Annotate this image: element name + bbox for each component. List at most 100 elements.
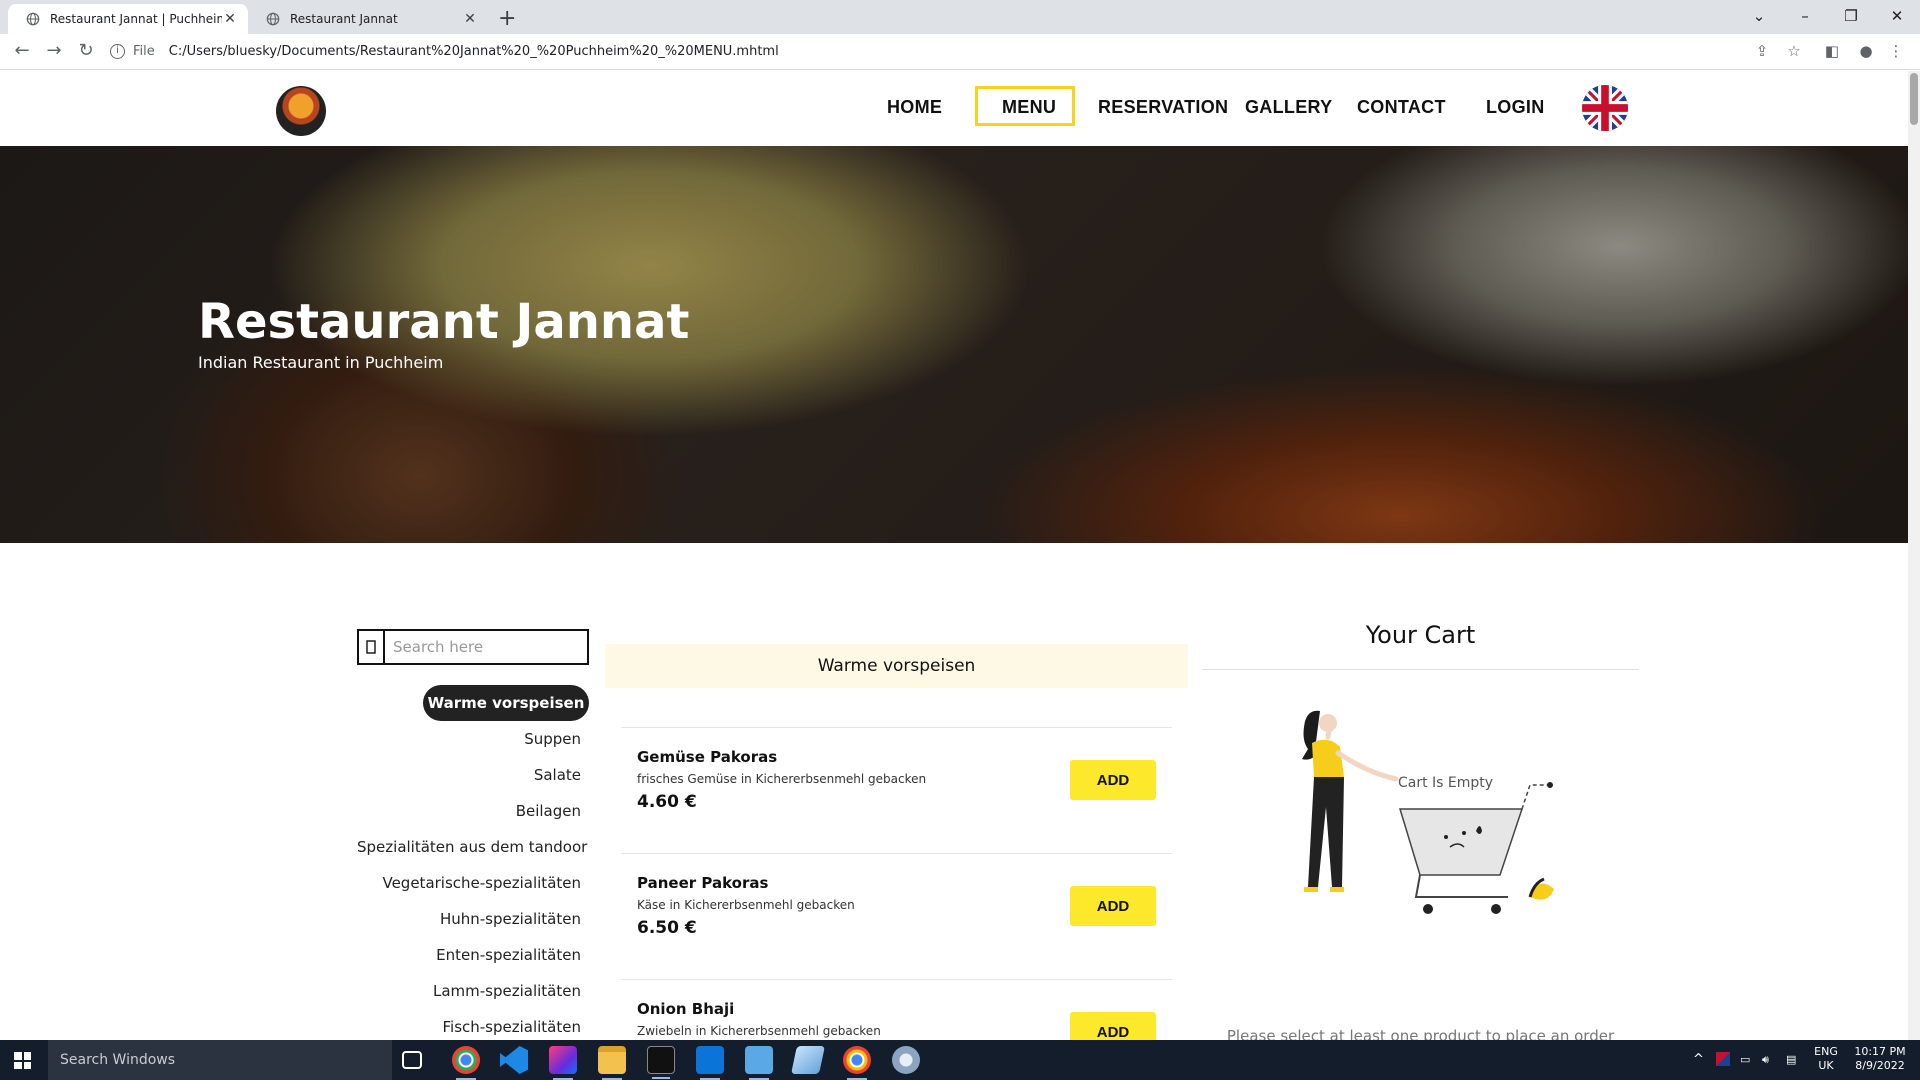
item-name: Paneer Pakoras bbox=[637, 874, 769, 892]
item-name: Onion Bhaji bbox=[637, 1000, 735, 1018]
chrome-icon[interactable] bbox=[452, 1046, 480, 1080]
search-box bbox=[357, 629, 589, 665]
browser-tab-strip: Restaurant Jannat | Puchheim | M ✕ Resta… bbox=[0, 0, 1920, 34]
language-code: ENG bbox=[1814, 1045, 1838, 1058]
close-window-icon[interactable]: ✕ bbox=[1874, 2, 1920, 30]
address-url: C:/Users/bluesky/Documents/Restaurant%20… bbox=[168, 43, 779, 59]
restore-icon[interactable]: ❐ bbox=[1828, 2, 1874, 30]
browser-tab-active[interactable]: Restaurant Jannat | Puchheim | M ✕ bbox=[8, 4, 248, 34]
item-name: Gemüse Pakoras bbox=[637, 748, 778, 766]
hero-title: Restaurant Jannat bbox=[198, 294, 690, 350]
network-icon[interactable]: ▭ bbox=[1740, 1053, 1750, 1067]
category-huhn[interactable]: Huhn-spezialitäten bbox=[357, 901, 589, 937]
close-icon[interactable]: ✕ bbox=[222, 11, 238, 27]
star-icon[interactable]: ☆ bbox=[1784, 42, 1804, 62]
taskbar-search[interactable]: Search Windows bbox=[48, 1040, 392, 1080]
page-scrollbar[interactable] bbox=[1908, 71, 1920, 1040]
keyboard-layout: UK bbox=[1818, 1059, 1834, 1072]
item-price: 4.60 € bbox=[637, 792, 697, 812]
remote-desktop-icon[interactable] bbox=[745, 1046, 773, 1080]
item-price: 6.50 € bbox=[637, 918, 697, 938]
site-navbar: HOME MENU RESERVATION GALLERY CONTACT LO… bbox=[0, 71, 1908, 146]
category-salate[interactable]: Salate bbox=[357, 757, 589, 793]
nav-contact[interactable]: CONTACT bbox=[1357, 97, 1446, 118]
chevron-up-icon[interactable]: ^ bbox=[1693, 1053, 1704, 1067]
add-to-cart-button[interactable]: ADD bbox=[1070, 1012, 1156, 1040]
windows-taskbar: Search Windows ^ ▭ 🔊︎ ▤ ENG UK 10:17 PM … bbox=[0, 1040, 1920, 1080]
forward-icon[interactable]: → bbox=[40, 40, 68, 61]
info-icon[interactable]: i bbox=[110, 43, 125, 59]
item-description: Käse in Kichererbsenmehl gebacken bbox=[637, 898, 855, 912]
globe-icon bbox=[26, 12, 40, 26]
back-icon[interactable]: ← bbox=[8, 40, 36, 61]
hero-banner: Restaurant Jannat Indian Restaurant in P… bbox=[0, 146, 1908, 543]
chrome-icon[interactable] bbox=[843, 1046, 871, 1080]
windows-start-icon[interactable] bbox=[14, 1052, 31, 1069]
tab-title: Restaurant Jannat | Puchheim | M bbox=[50, 12, 222, 26]
uk-flag-icon[interactable] bbox=[1582, 85, 1628, 131]
scrollbar-thumb[interactable] bbox=[1910, 73, 1918, 125]
category-fisch[interactable]: Fisch-spezialitäten bbox=[357, 1009, 589, 1040]
notepad-icon[interactable] bbox=[791, 1046, 825, 1074]
clock[interactable]: 10:17 PM 8/9/2022 bbox=[1850, 1045, 1910, 1073]
close-icon[interactable]: ✕ bbox=[462, 11, 478, 27]
nav-menu[interactable]: MENU bbox=[1002, 97, 1056, 118]
terminal-icon[interactable] bbox=[647, 1046, 675, 1079]
category-tandoor[interactable]: Spezialitäten aus dem tandoor bbox=[357, 829, 589, 865]
clock-time: 10:17 PM bbox=[1854, 1045, 1906, 1058]
cart-divider bbox=[1202, 669, 1639, 670]
file-explorer-icon[interactable] bbox=[598, 1046, 626, 1080]
side-panel-icon[interactable]: ◧ bbox=[1822, 42, 1842, 62]
settings-app-icon[interactable] bbox=[696, 1046, 724, 1080]
address-bar[interactable]: i File C:/Users/bluesky/Documents/Restau… bbox=[110, 39, 779, 63]
vscode-icon[interactable] bbox=[500, 1046, 528, 1074]
task-view-icon[interactable] bbox=[402, 1051, 422, 1069]
input-language[interactable]: ENG UK bbox=[1812, 1045, 1840, 1073]
reload-icon[interactable]: ↻ bbox=[72, 40, 100, 61]
nav-login[interactable]: LOGIN bbox=[1486, 97, 1545, 118]
browser-tab[interactable]: Restaurant Jannat ✕ bbox=[248, 4, 488, 34]
hero-subtitle: Indian Restaurant in Puchheim bbox=[198, 353, 444, 372]
tab-title: Restaurant Jannat bbox=[290, 12, 398, 26]
new-tab-icon[interactable]: + bbox=[498, 6, 516, 31]
search-icon[interactable] bbox=[359, 631, 385, 663]
globe-icon bbox=[266, 12, 280, 26]
nav-reservation[interactable]: RESERVATION bbox=[1098, 97, 1228, 118]
clock-date: 8/9/2022 bbox=[1855, 1059, 1905, 1072]
volume-icon[interactable]: 🔊︎ bbox=[1762, 1053, 1769, 1067]
item-description: frisches Gemüse in Kichererbsenmehl geba… bbox=[637, 772, 927, 786]
web-page: HOME MENU RESERVATION GALLERY CONTACT LO… bbox=[0, 71, 1908, 1040]
cart-note: Please select at least one product to pl… bbox=[1226, 1027, 1615, 1040]
add-to-cart-button[interactable]: ADD bbox=[1070, 886, 1156, 926]
category-suppen[interactable]: Suppen bbox=[357, 721, 589, 757]
menu-section-header: Warme vorspeisen bbox=[605, 644, 1188, 688]
restaurant-logo[interactable] bbox=[276, 86, 326, 136]
category-warme-vorspeisen[interactable]: Warme vorspeisen bbox=[423, 685, 589, 721]
category-lamm[interactable]: Lamm-spezialitäten bbox=[357, 973, 589, 1009]
nav-gallery[interactable]: GALLERY bbox=[1245, 97, 1332, 118]
browser-toolbar: ← → ↻ i File C:/Users/bluesky/Documents/… bbox=[0, 34, 1920, 70]
category-vegetarisch[interactable]: Vegetarische-spezialitäten bbox=[357, 865, 589, 901]
paint-icon[interactable] bbox=[892, 1046, 920, 1074]
nav-home[interactable]: HOME bbox=[887, 97, 942, 118]
menu-item: Onion Bhaji Zwiebeln in Kichererbsenmehl… bbox=[621, 979, 1172, 1040]
chevron-down-icon[interactable]: ⌄ bbox=[1736, 2, 1782, 30]
profile-icon[interactable]: ● bbox=[1856, 42, 1876, 62]
menu-item: Paneer Pakoras Käse in Kichererbsenmehl … bbox=[621, 853, 1172, 979]
add-to-cart-button[interactable]: ADD bbox=[1070, 760, 1156, 800]
category-beilagen[interactable]: Beilagen bbox=[357, 793, 589, 829]
menu-item: Gemüse Pakoras frisches Gemüse in Kicher… bbox=[621, 727, 1172, 853]
ide-icon[interactable] bbox=[549, 1046, 577, 1080]
address-scheme-label: File bbox=[133, 43, 155, 59]
notification-icon[interactable]: ▤ bbox=[1786, 1053, 1796, 1067]
cart-empty-label: Cart Is Empty bbox=[1398, 775, 1493, 791]
more-menu-icon[interactable]: ⋮ bbox=[1886, 42, 1906, 62]
share-icon[interactable]: ⇪ bbox=[1752, 42, 1772, 62]
category-list: Warme vorspeisen Suppen Salate Beilagen … bbox=[357, 685, 589, 1040]
category-enten[interactable]: Enten-spezialitäten bbox=[357, 937, 589, 973]
language-flag-icon[interactable] bbox=[1716, 1052, 1730, 1066]
item-description: Zwiebeln in Kichererbsenmehl gebacken bbox=[637, 1024, 881, 1038]
minimize-icon[interactable]: – bbox=[1782, 2, 1828, 30]
empty-cart-illustration: Cart Is Empty bbox=[1302, 710, 1554, 914]
search-input[interactable] bbox=[385, 631, 587, 663]
